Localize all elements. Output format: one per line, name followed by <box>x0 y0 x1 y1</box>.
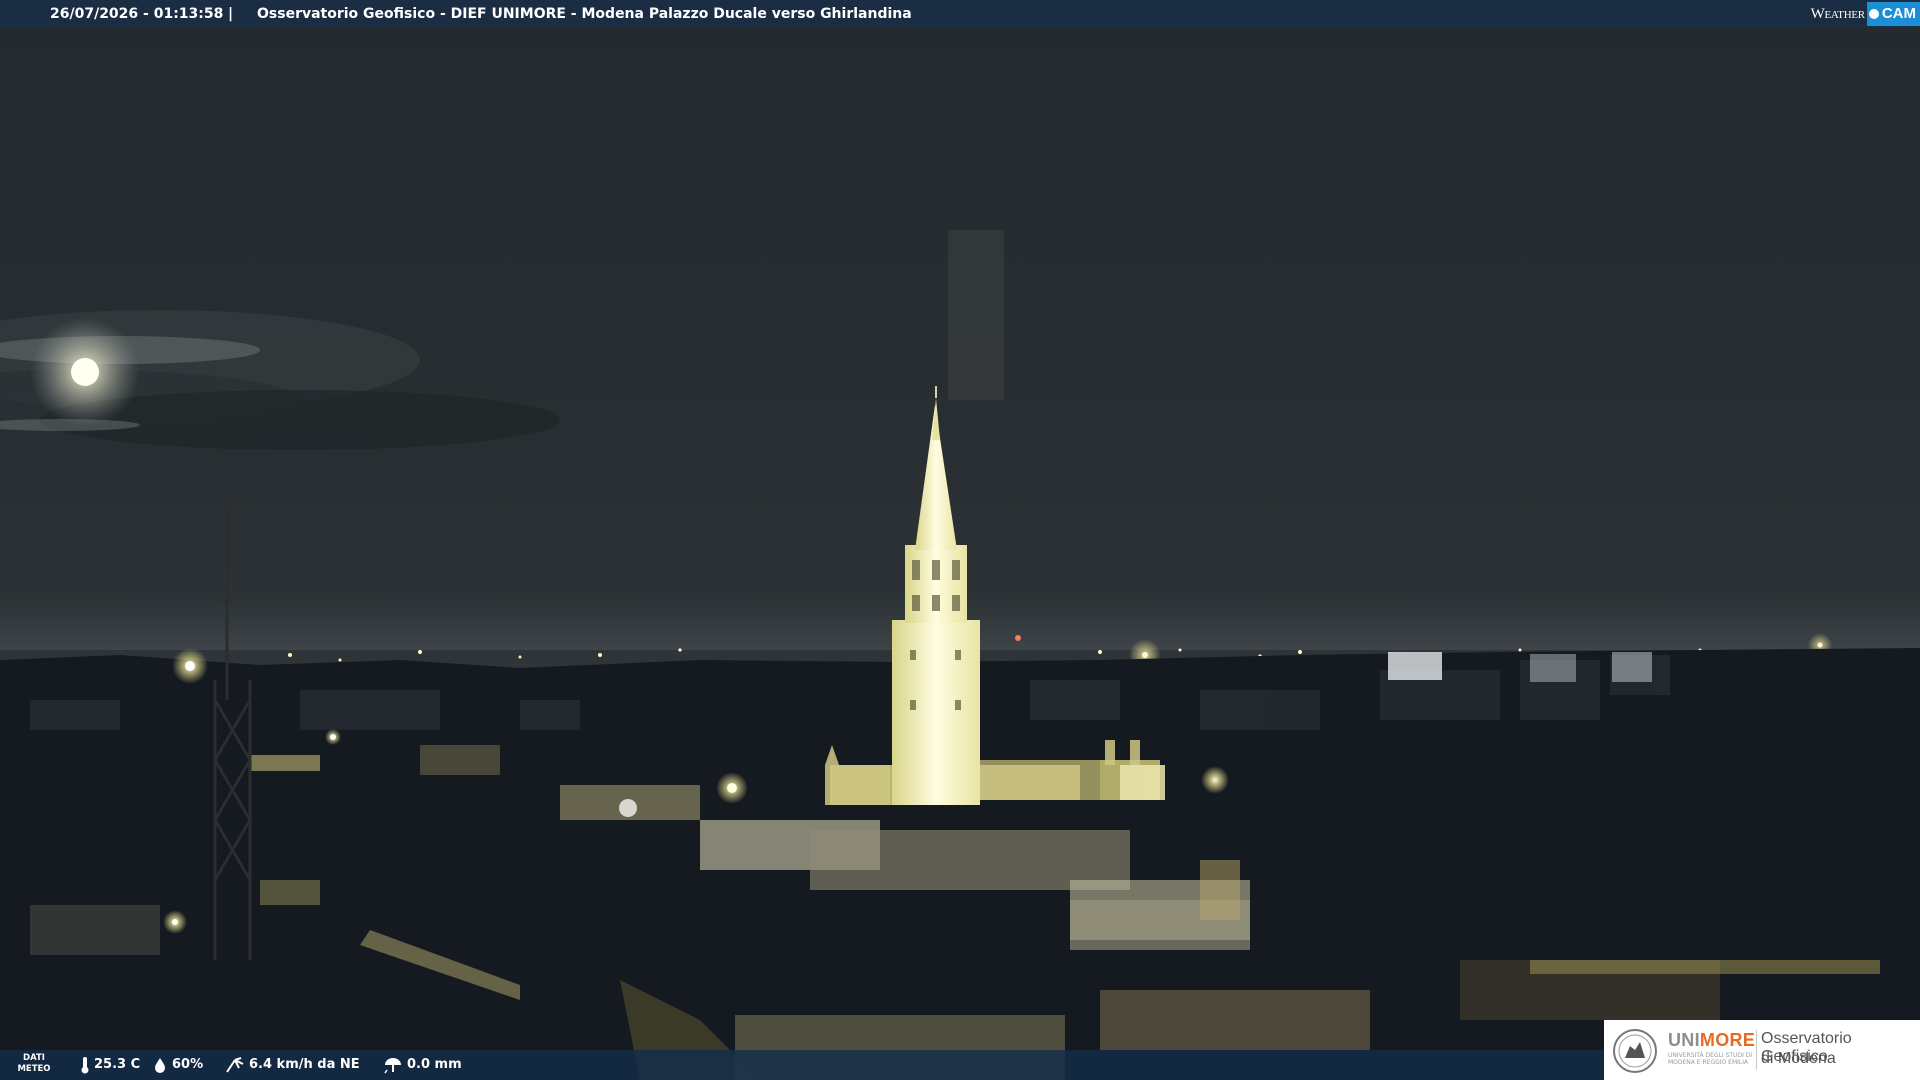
humidity-reading: 60% <box>152 1050 203 1080</box>
weathercam-logo[interactable]: Weather CAM <box>1811 0 1920 28</box>
logo-divider <box>1756 1030 1757 1070</box>
wind-value: 6.4 km/h da NE <box>249 1057 360 1072</box>
temperature-value: 25.3 C <box>94 1057 141 1072</box>
rain-icon <box>384 1058 401 1074</box>
unimore-wordmark: UNIMORE <box>1668 1030 1755 1051</box>
unimore-more-text: MORE <box>1699 1030 1756 1050</box>
webcam-frame: 26/07/2026 - 01:13:58 | Osservatorio Geo… <box>0 0 1920 1080</box>
night-city-scene <box>0 230 1920 1080</box>
wind-icon <box>226 1057 244 1073</box>
meteo-bar: DATI METEO 25.3 C 60% 6.4 km/h da NE 0.0… <box>0 1050 1605 1080</box>
caption-bar: 26/07/2026 - 01:13:58 | Osservatorio Geo… <box>0 0 1920 28</box>
logo-cam-text: CAM <box>1881 5 1916 22</box>
ghirlandina-tower <box>892 386 980 805</box>
meteo-badge-line1: DATI <box>23 1053 45 1063</box>
timestamp: 26/07/2026 - 01:13:58 <box>50 6 224 22</box>
thermometer-icon <box>81 1057 89 1074</box>
logo-dot-icon <box>1868 9 1879 19</box>
university-seal-icon <box>1613 1029 1657 1073</box>
observatory-name-line2: di Modena <box>1761 1050 1836 1067</box>
humidity-value: 60% <box>172 1057 204 1072</box>
logo-weather-text: Weather <box>1810 6 1866 22</box>
rain-value: 0.0 mm <box>407 1057 462 1072</box>
logo-cam-badge: CAM <box>1866 2 1920 26</box>
meteo-badge: DATI METEO <box>14 1053 54 1077</box>
rain-reading: 0.0 mm <box>383 1050 462 1080</box>
unimore-uni-text: UNI <box>1668 1030 1700 1050</box>
separator: | <box>228 6 234 22</box>
unimore-logo[interactable]: UNIMORE UNIVERSITÀ DEGLI STUDI DI MODENA… <box>1604 1020 1920 1080</box>
humidity-drop-icon <box>155 1058 165 1073</box>
meteo-badge-line2: METEO <box>17 1064 51 1074</box>
camera-title: Osservatorio Geofisico - DIEF UNIMORE - … <box>257 6 912 22</box>
wind-reading: 6.4 km/h da NE <box>225 1050 360 1080</box>
university-subtitle: UNIVERSITÀ DEGLI STUDI DI MODENA E REGGI… <box>1668 1052 1753 1066</box>
temperature-reading: 25.3 C <box>80 1050 140 1080</box>
